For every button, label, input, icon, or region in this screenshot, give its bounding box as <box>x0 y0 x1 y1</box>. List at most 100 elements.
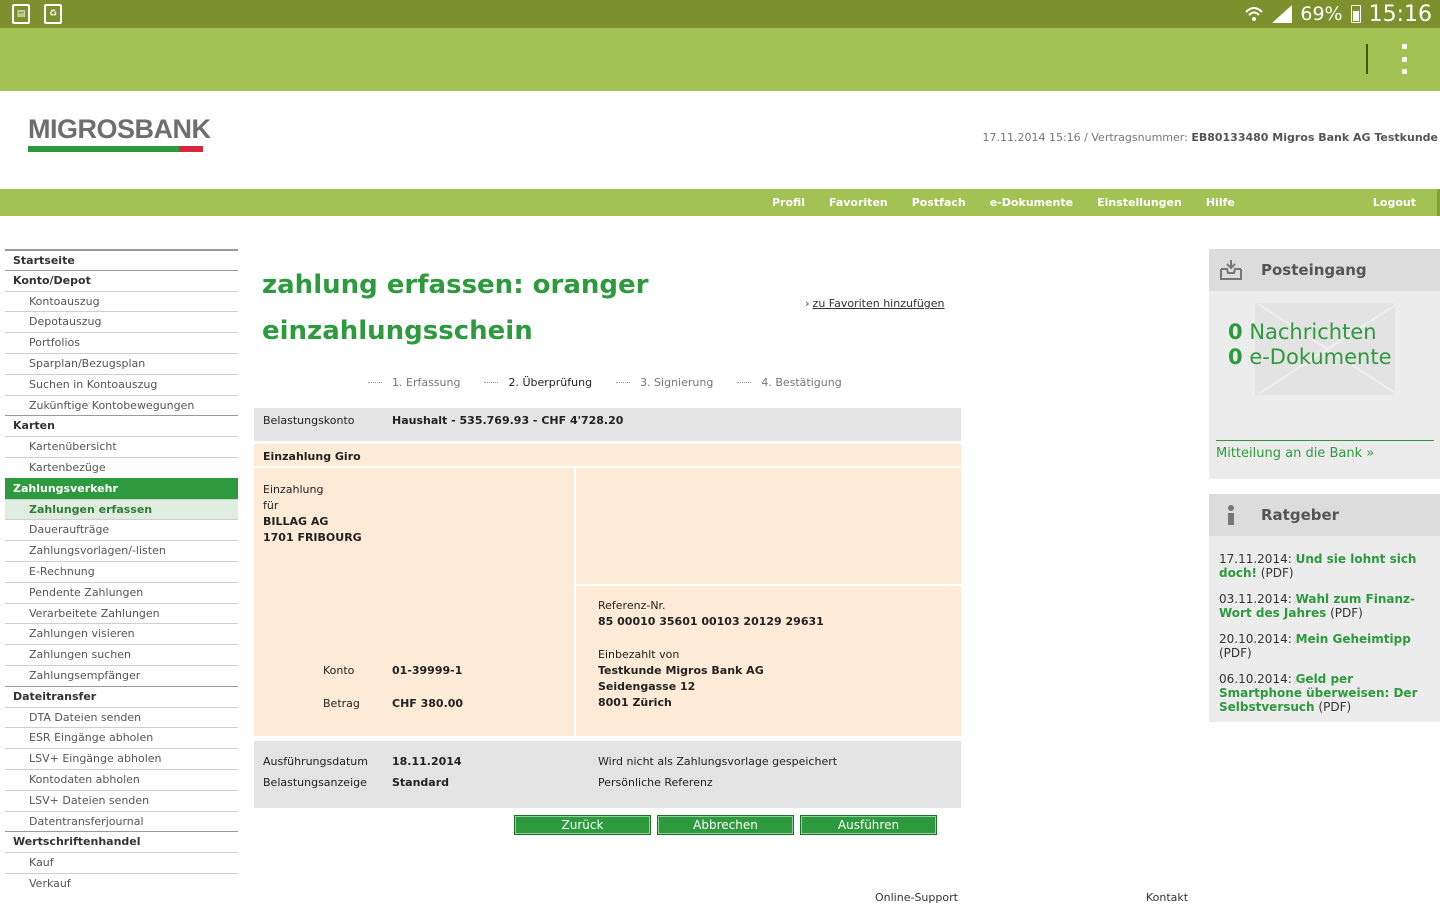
reference-number: 85 00010 35601 00103 20129 29631 <box>598 615 824 628</box>
sidebar-item-lsv-eingänge-abholen[interactable]: LSV+ Eingänge abholen <box>5 748 238 769</box>
logout-link[interactable]: Logout <box>1373 189 1416 216</box>
personal-reference: Persönliche Referenz <box>598 776 713 789</box>
inbox-title: Posteingang <box>1261 261 1367 279</box>
debit-account-label: Belastungskonto <box>263 414 355 427</box>
step-signierung: 3. Signierung <box>616 376 713 389</box>
sidebar-item-zahlungsverkehr[interactable]: Zahlungsverkehr <box>5 477 238 499</box>
execution-date-label: Ausführungsdatum <box>263 755 368 768</box>
sidebar-item-daueraufträge[interactable]: Daueraufträge <box>5 519 238 540</box>
payment-slip-panel: Einzahlung Giro Einzahlung für BILLAG AG… <box>254 444 961 736</box>
top-nav: Profil Favoriten Postfach e-Dokumente Ei… <box>0 189 1440 216</box>
payee-name: BILLAG AG <box>263 515 329 528</box>
chevron-right-icon: › <box>805 297 810 310</box>
advisor-title: Ratgeber <box>1261 506 1340 524</box>
battery-percent: 69% <box>1300 3 1343 25</box>
paid-by-block: Einbezahlt von Testkunde Migros Bank AG … <box>598 648 764 709</box>
sidebar-item-sparplan-bezugsplan[interactable]: Sparplan/Bezugsplan <box>5 352 238 374</box>
template-note: Wird nicht als Zahlungsvorlage gespeiche… <box>598 755 838 768</box>
betrag-value: CHF 380.00 <box>392 697 464 710</box>
execution-date-value: 18.11.2014 <box>392 755 462 768</box>
sidebar-item-kauf[interactable]: Kauf <box>5 852 238 873</box>
message-to-bank-link[interactable]: Mitteilung an die Bank » <box>1216 446 1374 461</box>
giro-title: Einzahlung Giro <box>263 450 361 463</box>
sidebar-item-e-rechnung[interactable]: E-Rechnung <box>5 560 238 582</box>
execute-button[interactable]: Ausführen <box>800 815 937 835</box>
debit-account-value: Haushalt - 535.769.93 - CHF 4'728.20 <box>392 414 624 427</box>
sidebar-item-datentransferjournal[interactable]: Datentransferjournal <box>5 810 238 832</box>
sidebar-menu: Startseite Konto/Depot Kontoauszug Depotaus… <box>5 249 238 894</box>
info-icon <box>1228 505 1234 525</box>
sidebar-item-esr-eingänge-abholen[interactable]: ESR Eingänge abholen <box>5 727 238 748</box>
konto-value: 01-39999-1 <box>392 664 463 677</box>
double-chevron-icon: » <box>1366 446 1375 461</box>
sidebar-item-pendente-zahlungen[interactable]: Pendente Zahlungen <box>5 581 238 603</box>
inbox-icon <box>1220 260 1242 280</box>
sidebar-item-kartenübersicht[interactable]: Kartenübersicht <box>5 436 238 457</box>
sidebar-item-suchen-in-kontoauszug[interactable]: Suchen in Kontoauszug <box>5 373 238 395</box>
cancel-button[interactable]: Abbrechen <box>657 815 794 835</box>
inbox-panel: Posteingang 0 Nachrichten 0 e-Dokumente … <box>1209 249 1440 479</box>
sidebar-item-verarbeitete-zahlungen[interactable]: Verarbeitete Zahlungen <box>5 602 238 624</box>
sidebar-item-zahlungen-erfassen[interactable]: Zahlungen erfassen <box>5 498 238 520</box>
sidebar-item-verkauf[interactable]: Verkauf <box>5 872 238 894</box>
sidebar-item-depotauszug[interactable]: Depotauszug <box>5 311 238 332</box>
sidebar-item-kontodaten-abholen[interactable]: Kontodaten abholen <box>5 768 238 790</box>
sidebar-item-startseite[interactable]: Startseite <box>5 249 238 270</box>
sidebar-item-zahlungsempfänger[interactable]: Zahlungsempfänger <box>5 664 238 686</box>
sidebar-item-dta-dateien-senden[interactable]: DTA Dateien senden <box>5 706 238 728</box>
payee-block: Einzahlung für BILLAG AG 1701 FRIBOURG <box>263 483 362 544</box>
signal-icon <box>1272 5 1293 23</box>
footer-contact[interactable]: Kontakt <box>1146 891 1188 904</box>
page-title: zahlung erfassen: oranger einzahlungssch… <box>262 270 649 346</box>
step-bestaetigung: 4. Bestätigung <box>737 376 842 389</box>
nav-profil[interactable]: Profil <box>760 189 817 216</box>
sidebar-item-wertschriftenhandel[interactable]: Wertschriftenhandel <box>5 831 238 852</box>
sidebar-item-lsv-dateien-senden[interactable]: LSV+ Dateien senden <box>5 789 238 811</box>
status-bar: ▤ ♻ 69% 15:16 <box>0 0 1440 28</box>
debit-account-row: Belastungskonto Haushalt - 535.769.93 - … <box>254 408 961 441</box>
add-to-favorites-link[interactable]: › zu Favoriten hinzufügen <box>805 297 945 310</box>
advisor-entry: 03.11.2014: Wahl zum Finanz-Wort des Jah… <box>1219 592 1415 620</box>
step-ueberpruefung: 2. Überprüfung <box>484 376 592 389</box>
advisor-entry: 20.10.2014: Mein Geheimtipp (PDF) <box>1219 632 1411 660</box>
sidebar-item-konto-depot[interactable]: Konto/Depot <box>5 269 238 291</box>
overflow-menu-icon[interactable] <box>1396 44 1412 74</box>
nav-hilfe[interactable]: Hilfe <box>1194 189 1247 216</box>
contract-info: 17.11.2014 15:16 / Vertragsnummer: EB801… <box>982 131 1439 144</box>
sidebar-item-portfolios[interactable]: Portfolios <box>5 332 238 353</box>
wifi-icon <box>1245 7 1264 21</box>
sidebar-item-kontoauszug[interactable]: Kontoauszug <box>5 290 238 312</box>
payee-city: 1701 FRIBOURG <box>263 531 362 544</box>
sidebar-item-zahlungen-visieren[interactable]: Zahlungen visieren <box>5 623 238 644</box>
nav-favoriten[interactable]: Favoriten <box>817 189 900 216</box>
step-indicator: 1. Erfassung 2. Überprüfung 3. Signierun… <box>368 376 866 389</box>
reference-block: Referenz-Nr. 85 00010 35601 00103 20129 … <box>598 599 824 628</box>
migros-bank-logo[interactable]: MIGROSBANK <box>28 116 211 152</box>
debit-advice-label: Belastungsanzeige <box>263 776 367 789</box>
messages-count[interactable]: 0 Nachrichten <box>1228 320 1377 344</box>
action-bar-divider <box>1366 44 1368 74</box>
advisor-article-link[interactable]: Mein Geheimtipp <box>1296 632 1411 646</box>
footer-online-support[interactable]: Online-Support <box>875 891 958 904</box>
execution-details: Ausführungsdatum 18.11.2014 Belastungsan… <box>254 741 961 808</box>
sidebar-item-dateitransfer[interactable]: Dateitransfer <box>5 685 238 707</box>
advisor-entries: 17.11.2014: Und sie lohnt sich doch! (PD… <box>1219 552 1434 726</box>
battery-icon <box>1350 5 1361 23</box>
sidebar-item-zahlungsvorlagen-listen[interactable]: Zahlungsvorlagen/-listen <box>5 540 238 561</box>
advisor-entry: 17.11.2014: Und sie lohnt sich doch! (PD… <box>1219 552 1417 580</box>
konto-label: Konto <box>323 664 355 677</box>
documents-count[interactable]: 0 e-Dokumente <box>1228 345 1392 369</box>
recycle-icon: ♻ <box>44 4 62 24</box>
sidebar-item-karten[interactable]: Karten <box>5 415 238 436</box>
step-erfassung: 1. Erfassung <box>368 376 460 389</box>
advisor-entry: 06.10.2014: Geld per Smartphone überweis… <box>1219 672 1418 714</box>
nav-e-dokumente[interactable]: e-Dokumente <box>978 189 1085 216</box>
back-button[interactable]: Zurück <box>514 815 651 835</box>
nav-einstellungen[interactable]: Einstellungen <box>1085 189 1194 216</box>
sidebar-item-kartenbezüge[interactable]: Kartenbezüge <box>5 456 238 478</box>
action-bar <box>0 28 1440 91</box>
betrag-label: Betrag <box>323 697 360 710</box>
sidebar-item-zukünftige-kontobewegungen[interactable]: Zukünftige Kontobewegungen <box>5 394 238 416</box>
sidebar-item-zahlungen-suchen[interactable]: Zahlungen suchen <box>5 644 238 665</box>
nav-postfach[interactable]: Postfach <box>900 189 978 216</box>
